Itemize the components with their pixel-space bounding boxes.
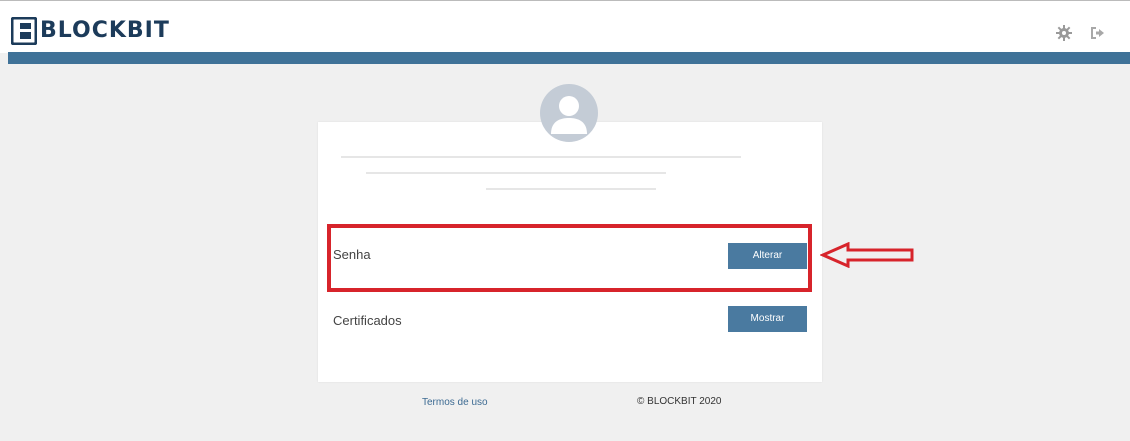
brand-name: BLOCKBIT (40, 18, 170, 43)
top-bar: BLOCKBIT (0, 0, 1130, 53)
user-avatar-icon (540, 84, 598, 142)
show-certificates-button[interactable]: Mostrar (728, 306, 807, 332)
blockbit-logo[interactable]: BLOCKBIT (11, 17, 170, 45)
blockbit-logo-icon (11, 17, 37, 45)
user-info-line (341, 156, 741, 158)
highlight-box (327, 224, 812, 292)
terms-of-use-link[interactable]: Termos de uso (422, 397, 488, 408)
user-info-line (366, 172, 666, 174)
left-arrow-icon (820, 242, 914, 268)
accent-bar (8, 52, 1130, 64)
user-info-line (486, 188, 656, 190)
copyright-text: © BLOCKBIT 2020 (637, 396, 722, 407)
gear-icon[interactable] (1056, 25, 1072, 41)
certificates-row: Certificados Mostrar (333, 296, 807, 348)
certificates-label: Certificados (333, 313, 402, 328)
logout-icon[interactable] (1089, 25, 1105, 41)
